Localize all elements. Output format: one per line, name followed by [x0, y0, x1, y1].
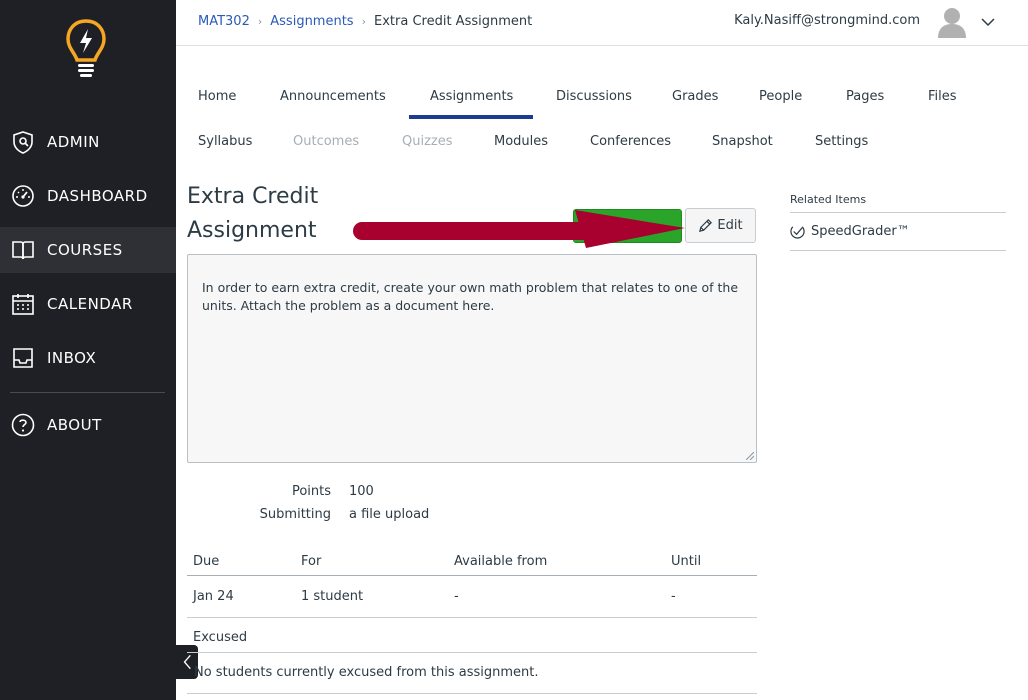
available-from-cell: -	[454, 589, 459, 604]
nav-item-admin[interactable]: ADMIN	[0, 119, 176, 165]
edit-button[interactable]: Edit	[685, 208, 756, 243]
tab-settings[interactable]: Settings	[815, 134, 868, 149]
user-email: Kaly.Nasiff@strongmind.com	[734, 13, 920, 28]
question-icon	[11, 413, 35, 437]
tab-outcomes: Outcomes	[293, 134, 360, 149]
shield-icon	[11, 130, 35, 154]
chevron-right-icon: ›	[257, 15, 263, 28]
tab-home[interactable]: Home	[198, 89, 236, 104]
tab-quizzes: Quizzes	[402, 134, 453, 149]
table-row: Jan 24 1 student - -	[187, 577, 757, 618]
related-items-title: Related Items	[790, 193, 1006, 213]
chevron-down-icon[interactable]	[980, 14, 996, 30]
related-items: Related Items SpeedGrader™	[790, 193, 1006, 251]
breadcrumb-current: Extra Credit Assignment	[374, 14, 533, 29]
tab-announcements[interactable]: Announcements	[280, 89, 386, 104]
excused-label: Excused	[193, 630, 248, 645]
edit-button-label: Edit	[717, 218, 743, 233]
tab-grades[interactable]: Grades	[672, 89, 718, 104]
tab-snapshot[interactable]: Snapshot	[712, 134, 773, 149]
nav-item-dashboard[interactable]: DASHBOARD	[0, 173, 176, 219]
page-title: Extra Credit Assignment	[187, 184, 319, 243]
nav-item-inbox[interactable]: INBOX	[0, 335, 176, 381]
chevron-right-icon: ›	[361, 15, 366, 28]
tab-files[interactable]: Files	[928, 89, 957, 104]
book-icon	[11, 238, 35, 262]
calendar-icon	[11, 292, 35, 316]
excused-row: No students currently excused from this …	[187, 652, 757, 694]
nav-label: CALENDAR	[47, 295, 133, 313]
pencil-icon	[699, 219, 713, 232]
due-date-cell: Jan 24	[193, 589, 234, 604]
until-cell: -	[671, 589, 676, 604]
points-label: Points	[291, 484, 331, 499]
breadcrumb: MAT302 › Assignments › Extra Credit Assi…	[198, 14, 532, 29]
speedgrader-link[interactable]: SpeedGrader™	[790, 213, 1006, 251]
column-header-until: Until	[671, 554, 702, 569]
avatar[interactable]	[938, 6, 966, 38]
nav-item-about[interactable]: ABOUT	[0, 402, 176, 448]
nav-label: COURSES	[47, 241, 123, 259]
nav-label: ABOUT	[47, 416, 102, 434]
active-tab-indicator	[409, 115, 533, 119]
breadcrumb-course[interactable]: MAT302	[198, 14, 250, 29]
nav-label: DASHBOARD	[47, 187, 148, 205]
for-cell: 1 student	[301, 589, 364, 604]
gauge-icon	[11, 184, 35, 208]
column-header-for: For	[301, 554, 322, 569]
tab-assignments[interactable]: Assignments	[430, 89, 513, 104]
table-header: Due For Available from Until	[187, 548, 757, 576]
column-header-available-from: Available from	[454, 554, 548, 569]
points-value: 100	[349, 484, 374, 499]
submitting-value: a file upload	[349, 507, 430, 522]
column-header-due: Due	[193, 554, 220, 569]
resize-grip-icon[interactable]	[746, 452, 754, 460]
nav-label: ADMIN	[47, 133, 100, 151]
lightbulb-logo[interactable]	[62, 18, 110, 80]
tab-syllabus[interactable]: Syllabus	[198, 134, 252, 149]
nav-label: INBOX	[47, 349, 97, 367]
nav-item-courses[interactable]: COURSES	[0, 227, 176, 273]
tab-discussions[interactable]: Discussions	[556, 89, 632, 104]
speedgrader-label: SpeedGrader™	[811, 224, 910, 239]
nav-item-calendar[interactable]: CALENDAR	[0, 281, 176, 327]
excused-text: No students currently excused from this …	[194, 665, 539, 680]
submitting-label: Submitting	[259, 507, 331, 522]
top-header: MAT302 › Assignments › Extra Credit Assi…	[176, 0, 1028, 46]
tab-people[interactable]: People	[759, 89, 802, 104]
tab-modules[interactable]: Modules	[494, 134, 548, 149]
tab-conferences[interactable]: Conferences	[590, 134, 671, 149]
breadcrumb-assignments[interactable]: Assignments	[270, 14, 353, 29]
speedgrader-icon	[790, 226, 805, 239]
publish-button[interactable]	[573, 209, 682, 243]
tab-pages[interactable]: Pages	[846, 89, 884, 104]
description-text: In order to earn extra credit, create yo…	[202, 280, 739, 313]
global-nav: ADMIN DASHBOARD COURSES CALENDAR INBOX A…	[0, 0, 176, 700]
assignment-description: In order to earn extra credit, create yo…	[187, 254, 757, 463]
inbox-icon	[11, 346, 35, 370]
nav-divider	[10, 392, 165, 393]
